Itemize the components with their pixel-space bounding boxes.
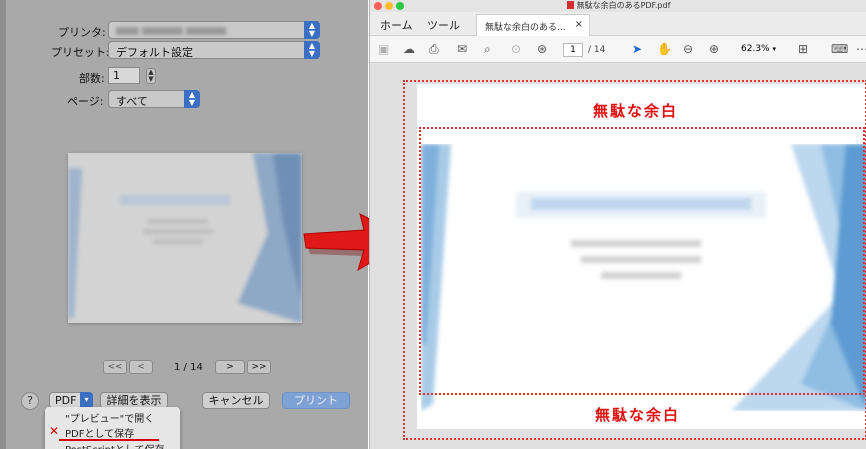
zoom-search-icon[interactable]: ⌕ xyxy=(484,42,491,56)
chevron-updown-icon: ▲ ▼ xyxy=(304,21,320,39)
page-display-icon[interactable]: ⊞ xyxy=(798,42,808,56)
preset-select[interactable]: デフォルト設定 ▲ ▼ xyxy=(108,41,320,59)
pdf-button-label: PDF xyxy=(55,394,77,407)
pages-select[interactable]: すべて ▲ ▼ xyxy=(108,90,200,108)
cloud-upload-icon[interactable]: ☁ xyxy=(403,42,415,56)
print-preview-thumbnail xyxy=(68,153,302,323)
menu-item-open-in-preview[interactable]: "プレビュー"で開く xyxy=(65,410,154,425)
menu-item-save-as-pdf[interactable]: PDFとして保存 xyxy=(65,425,134,440)
zoom-level-select[interactable]: 62.3% ▾ xyxy=(736,43,781,57)
acrobat-toolbar: ▣ ☁ ⎙ ✉ ⌕ ⊙ ⊛ 1 / 14 ➤ ✋ ⊖ ⊕ 62.3% ▾ ⊞ ⌨… xyxy=(370,36,866,63)
hand-tool-icon[interactable]: ✋ xyxy=(657,42,672,56)
copies-label: 部数: xyxy=(79,72,105,85)
title-bar: 無駄な余白のあるPDF.pdf xyxy=(370,0,866,12)
next-page-button[interactable]: > xyxy=(215,360,245,374)
tab-bar: ホーム ツール 無駄な余白のある... × xyxy=(370,12,866,36)
copies-stepper[interactable]: ▲ ▼ xyxy=(146,68,156,84)
zoom-out-icon[interactable]: ⊖ xyxy=(683,42,693,56)
pdf-file-icon xyxy=(566,1,574,9)
preset-label: プリセット: xyxy=(51,46,110,59)
zoom-level: 62.3% xyxy=(741,44,770,54)
chevron-updown-icon: ▲ ▼ xyxy=(304,41,320,59)
pdf-dropdown-menu: "プレビュー"で開く ✕ PDFとして保存 PostScriptとして保存 xyxy=(45,407,180,449)
close-window-button[interactable] xyxy=(374,2,382,10)
prev-page-button[interactable]: < xyxy=(129,360,153,374)
chevron-updown-icon: ▲ ▼ xyxy=(184,90,200,108)
preset-value: デフォルト設定 xyxy=(116,46,193,59)
zoom-in-icon[interactable]: ⊕ xyxy=(709,42,719,56)
pages-label: ページ: xyxy=(67,95,104,108)
zoom-window-button[interactable] xyxy=(396,2,404,10)
copies-field[interactable]: 1 xyxy=(108,67,140,84)
content-frame xyxy=(419,127,865,395)
acrobat-window: 無駄な余白のあるPDF.pdf ホーム ツール 無駄な余白のある... × ▣ … xyxy=(369,0,866,449)
save-icon[interactable]: ▣ xyxy=(378,42,389,56)
page-number-input[interactable]: 1 xyxy=(563,43,583,57)
page-indicator: 1 / 14 xyxy=(174,362,203,373)
last-page-button[interactable]: >> xyxy=(247,360,271,374)
cross-mark-icon: ✕ xyxy=(49,424,60,438)
window-title: 無駄な余白のあるPDF.pdf xyxy=(576,1,671,10)
document-tab-label: 無駄な余白のある... xyxy=(485,23,566,33)
first-page-button[interactable]: << xyxy=(103,360,127,374)
keyboard-icon[interactable]: ⌨ xyxy=(831,42,848,56)
close-tab-icon[interactable]: × xyxy=(575,19,583,30)
printer-icon[interactable]: ⎙ xyxy=(429,42,439,56)
email-icon[interactable]: ✉ xyxy=(457,42,467,56)
chevron-down-icon: ▾ xyxy=(772,45,776,53)
window-edge xyxy=(0,0,6,449)
select-cursor-icon[interactable]: ➤ xyxy=(632,42,642,56)
printer-select[interactable]: ▲ ▼ xyxy=(108,21,320,39)
previous-page-icon[interactable]: ⊙ xyxy=(511,42,521,56)
cancel-button[interactable]: キャンセル xyxy=(202,392,270,409)
next-page-icon[interactable]: ⊛ xyxy=(537,42,547,56)
pages-value: すべて xyxy=(116,95,148,108)
slide-thumbnail-graphic xyxy=(68,153,302,323)
tab-home[interactable]: ホーム xyxy=(380,17,413,33)
minimize-window-button[interactable] xyxy=(385,2,393,10)
tab-tools[interactable]: ツール xyxy=(427,17,460,33)
more-options-icon[interactable]: ⋯ xyxy=(856,42,866,56)
document-view[interactable]: 無駄な余白 無駄な余白 xyxy=(370,64,866,449)
print-button[interactable]: プリント xyxy=(282,392,350,409)
menu-item-save-as-postscript[interactable]: PostScriptとして保存 xyxy=(65,441,165,449)
tab-document[interactable]: 無駄な余白のある... × xyxy=(476,14,590,36)
page-total: / 14 xyxy=(588,45,606,55)
help-button[interactable]: ? xyxy=(21,392,39,410)
printer-name-blurred xyxy=(116,27,226,35)
printer-label: プリンタ: xyxy=(58,26,106,39)
screenshot-root: プリンタ: ▲ ▼ プリセット: デフォルト設定 ▲ ▼ 部数: 1 ▲ ▼ ページ:… xyxy=(0,0,866,449)
